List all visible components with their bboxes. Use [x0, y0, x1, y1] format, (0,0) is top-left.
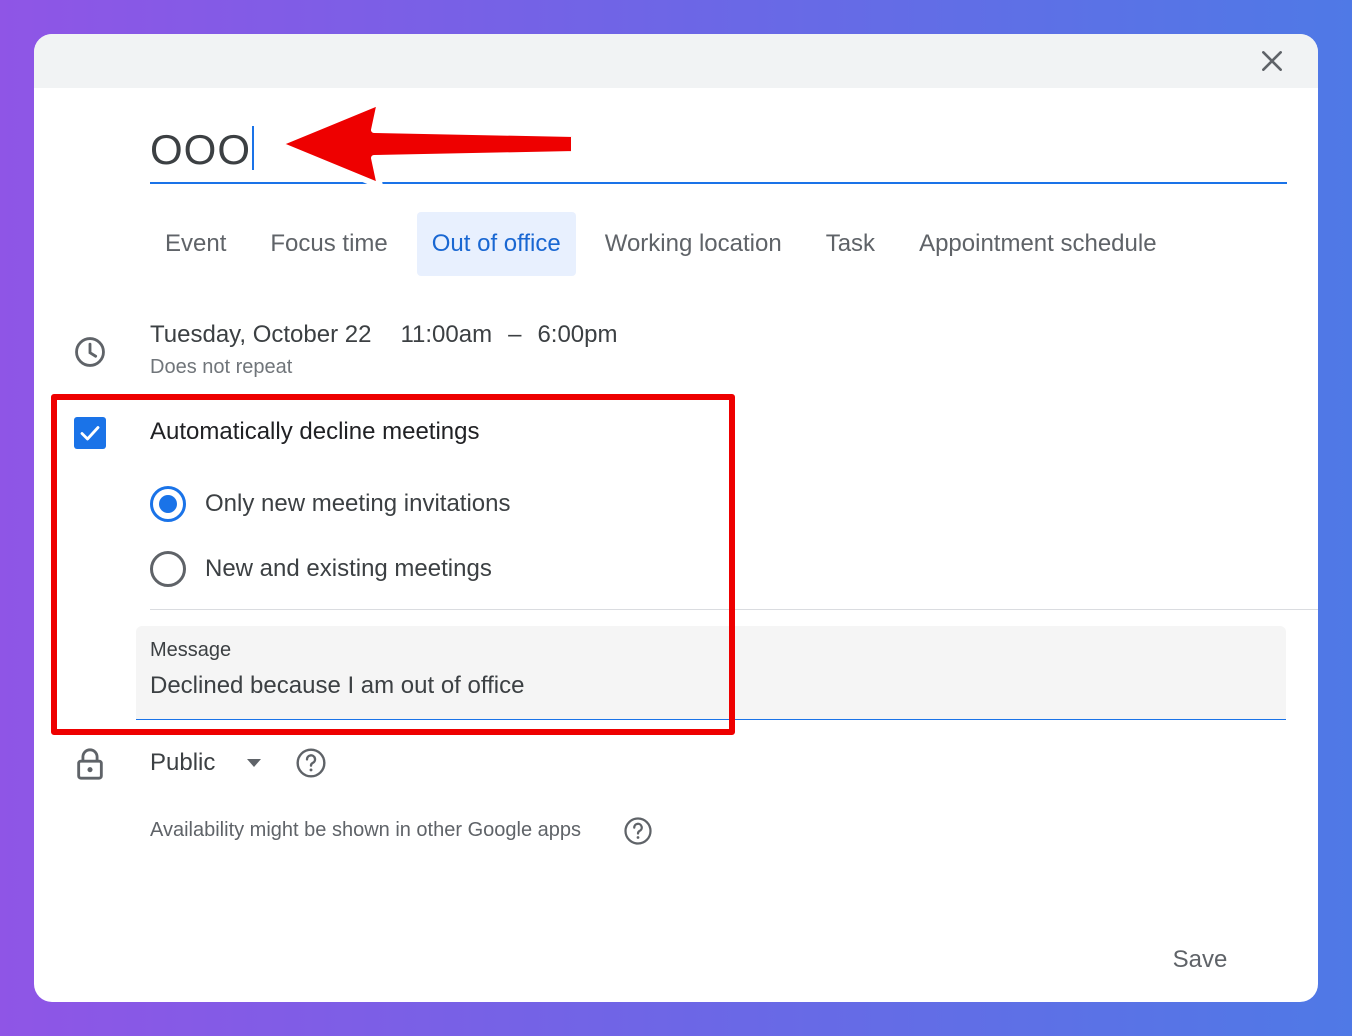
repeat-option[interactable]: Does not repeat — [150, 356, 292, 379]
auto-decline-label: Automatically decline meetings — [150, 418, 480, 445]
event-dialog: OOO Event Focus time Out of office Worki… — [34, 34, 1318, 1002]
tab-event[interactable]: Event — [150, 212, 241, 276]
visibility-value: Public — [150, 749, 216, 776]
auto-decline-checkbox[interactable] — [74, 417, 106, 449]
tab-working-location[interactable]: Working location — [590, 212, 797, 276]
radio-only-new-invitations[interactable] — [150, 486, 186, 522]
section-divider — [150, 609, 1318, 610]
message-label: Message — [150, 639, 232, 661]
tab-appointment-schedule[interactable]: Appointment schedule — [904, 212, 1172, 276]
radio-label-new-and-existing[interactable]: New and existing meetings — [205, 554, 492, 584]
help-icon — [296, 748, 326, 778]
availability-note: Availability might be shown in other Goo… — [150, 819, 581, 841]
radio-new-and-existing[interactable] — [150, 551, 186, 587]
visibility-help-button[interactable] — [294, 746, 328, 780]
text-caret — [252, 126, 255, 170]
annotation-arrow-icon — [275, 99, 577, 189]
date-time-row: Tuesday, October 22 11:00am – 6:00pm — [150, 321, 618, 349]
availability-help-button[interactable] — [622, 815, 654, 847]
decline-message-field[interactable]: Message Declined because I am out of off… — [136, 626, 1286, 720]
time-separator: – — [508, 321, 522, 348]
dialog-header — [34, 34, 1318, 88]
close-button[interactable] — [1250, 39, 1294, 83]
tab-focus-time[interactable]: Focus time — [255, 212, 402, 276]
close-icon — [1262, 51, 1282, 71]
end-time[interactable]: 6:00pm — [537, 321, 617, 349]
tab-task[interactable]: Task — [811, 212, 890, 276]
radio-label-only-new[interactable]: Only new meeting invitations — [205, 489, 510, 519]
checkmark-icon — [80, 426, 100, 441]
start-time[interactable]: 11:00am — [400, 321, 492, 349]
dropdown-arrow-icon — [244, 757, 264, 769]
event-date[interactable]: Tuesday, October 22 — [150, 321, 371, 349]
clock-icon — [72, 334, 108, 370]
tab-out-of-office[interactable]: Out of office — [416, 212, 576, 276]
help-icon — [624, 817, 652, 845]
message-value: Declined because I am out of office — [150, 672, 525, 699]
visibility-dropdown[interactable]: Public — [150, 745, 264, 781]
title-value: OOO — [150, 126, 252, 173]
lock-icon — [72, 746, 108, 782]
event-type-tabs: Event Focus time Out of office Working l… — [150, 212, 1186, 276]
save-button[interactable]: Save — [1150, 934, 1250, 986]
